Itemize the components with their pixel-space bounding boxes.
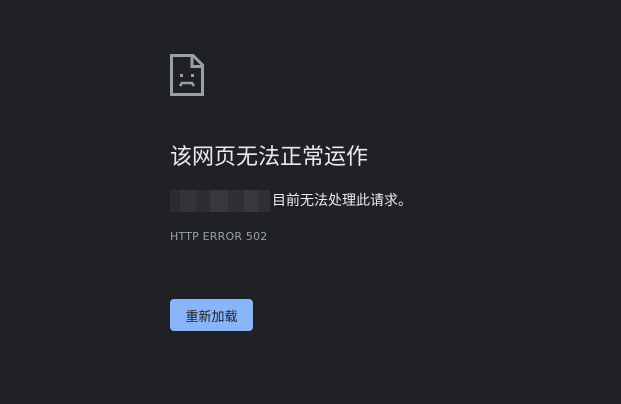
reload-button[interactable]: 重新加载 [170, 299, 253, 331]
sad-page-icon [170, 54, 204, 96]
redacted-hostname [170, 190, 270, 212]
page-title: 该网页无法正常运作 [170, 145, 369, 170]
error-description-text: 目前无法处理此请求。 [272, 193, 412, 209]
error-description: 目前无法处理此请求。 [170, 189, 412, 213]
error-code: HTTP ERROR 502 [170, 230, 268, 243]
